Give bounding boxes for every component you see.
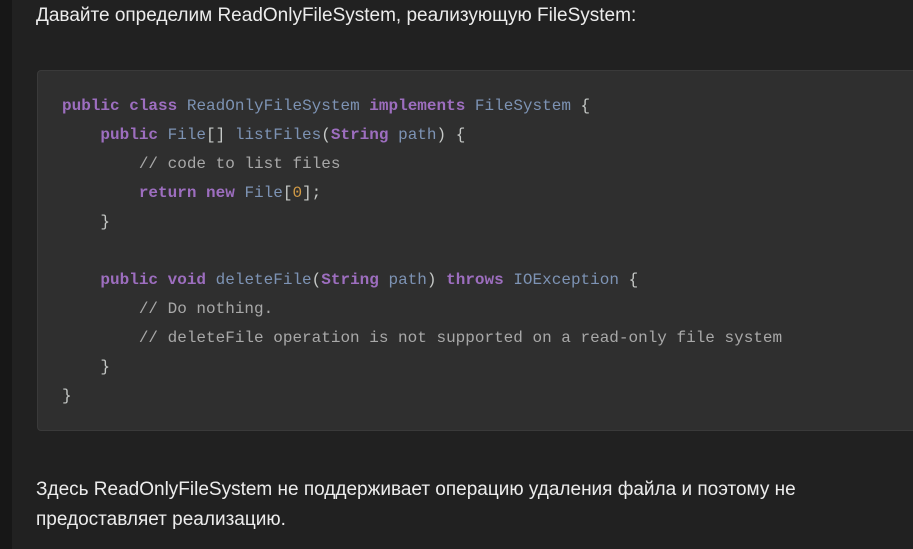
keyword-token: class xyxy=(129,97,178,115)
punct-token: ( xyxy=(321,126,331,144)
punct-token: [] xyxy=(206,126,226,144)
method-name-token: deleteFile xyxy=(215,271,312,289)
keyword-token: String xyxy=(321,271,379,289)
code-line-8: // Do nothing. xyxy=(62,295,782,324)
method-name-token: listFiles xyxy=(234,126,322,144)
code-block[interactable]: public class ReadOnlyFileSystem implemen… xyxy=(37,70,913,431)
interface-name-token: FileSystem xyxy=(474,97,571,115)
keyword-token: public xyxy=(100,126,159,144)
code-line-7: public void deleteFile(String path) thro… xyxy=(62,266,782,295)
comment-token: // code to list files xyxy=(138,155,341,173)
keyword-token: new xyxy=(206,184,235,202)
comment-token: // Do nothing. xyxy=(138,300,274,318)
keyword-token: String xyxy=(330,126,389,144)
code-line-10: } xyxy=(62,353,782,382)
code-line-5: } xyxy=(62,208,782,237)
param-name-token: path xyxy=(388,271,427,289)
code-line-9: // deleteFile operation is not supported… xyxy=(62,324,782,353)
brace-token: } xyxy=(100,358,111,376)
exception-name-token: IOException xyxy=(513,271,619,289)
punct-token: ) xyxy=(426,271,437,289)
brace-token: { xyxy=(455,126,466,144)
intro-paragraph: Давайте определим ReadOnlyFileSystem, ре… xyxy=(36,5,637,26)
class-name-token: ReadOnlyFileSystem xyxy=(186,97,360,115)
type-token: File xyxy=(167,126,207,144)
param-name-token: path xyxy=(398,126,437,144)
code-line-4: return new File[0]; xyxy=(62,179,782,208)
code-content[interactable]: public class ReadOnlyFileSystem implemen… xyxy=(62,92,782,411)
brace-token: } xyxy=(62,387,72,405)
keyword-token: implements xyxy=(369,97,466,115)
keyword-token: public xyxy=(62,97,120,115)
brace-token: { xyxy=(580,97,591,115)
brace-token: } xyxy=(100,213,111,231)
keyword-token: public xyxy=(100,271,159,289)
chat-page: Давайте определим ReadOnlyFileSystem, ре… xyxy=(0,0,913,549)
code-line-11: } xyxy=(62,382,782,411)
comment-token: // deleteFile operation is not supported… xyxy=(138,329,783,347)
code-line-1: public class ReadOnlyFileSystem implemen… xyxy=(62,92,782,121)
brace-token: { xyxy=(628,271,639,289)
keyword-token: return xyxy=(138,184,197,202)
type-token: File xyxy=(244,184,283,202)
keyword-token: void xyxy=(167,271,207,289)
code-line-2: public File[] listFiles(String path) { xyxy=(62,121,782,150)
keyword-token: throws xyxy=(446,271,504,289)
punct-token: ) xyxy=(436,126,447,144)
punct-token: ]; xyxy=(302,184,322,202)
number-token: 0 xyxy=(292,184,303,202)
outro-paragraph: Здесь ReadOnlyFileSystem не поддерживает… xyxy=(36,479,796,530)
sidebar-edge xyxy=(0,0,12,549)
code-line-3: // code to list files xyxy=(62,150,782,179)
punct-token: ( xyxy=(311,271,322,289)
